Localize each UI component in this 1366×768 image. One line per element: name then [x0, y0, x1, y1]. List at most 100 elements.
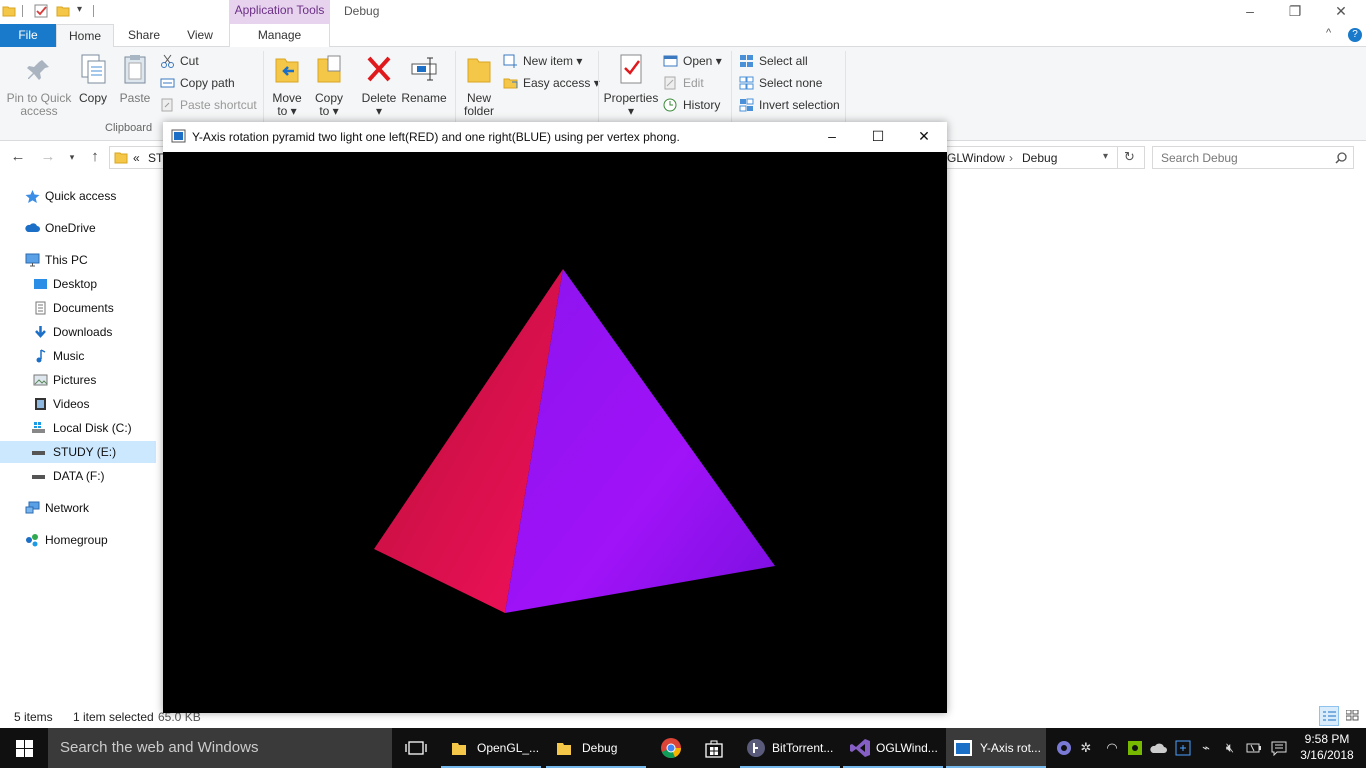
- pin-quick-access-button[interactable]: Pin to Quick access: [4, 57, 74, 118]
- search-input[interactable]: Search Debug: [1161, 151, 1238, 165]
- address-crumb-st[interactable]: ST: [148, 151, 163, 165]
- ribbon-collapse-icon[interactable]: ^: [1326, 27, 1331, 39]
- edit-button[interactable]: Edit: [663, 73, 704, 93]
- clock-date: 3/16/2018: [1300, 748, 1354, 762]
- nav-study-drive[interactable]: STUDY (E:): [0, 441, 156, 463]
- tab-file[interactable]: File: [0, 24, 56, 47]
- new-folder-button[interactable]: New folder: [459, 53, 499, 118]
- nav-documents[interactable]: Documents: [0, 297, 156, 319]
- nav-quick-access[interactable]: Quick access: [0, 185, 156, 207]
- wifi-icon[interactable]: ◠: [1104, 740, 1120, 756]
- tab-home[interactable]: Home: [56, 24, 114, 48]
- address-crumb-debug[interactable]: Debug: [1022, 151, 1057, 165]
- paste-button[interactable]: Paste: [117, 53, 153, 105]
- select-all-button[interactable]: Select all: [739, 51, 808, 71]
- vpn-shield-icon[interactable]: [1175, 740, 1191, 756]
- select-none-button[interactable]: Select none: [739, 73, 822, 93]
- easy-access-button[interactable]: Easy access ▾: [503, 73, 600, 93]
- nav-downloads[interactable]: Downloads: [0, 321, 156, 343]
- rename-label: Rename: [401, 91, 447, 105]
- tab-share[interactable]: Share: [122, 24, 166, 47]
- search-icon[interactable]: [1335, 152, 1347, 164]
- address-crumb-separator[interactable]: ›: [1009, 151, 1013, 165]
- help-icon[interactable]: ?: [1348, 28, 1362, 42]
- tab-manage[interactable]: Manage: [229, 24, 330, 47]
- task-view-icon[interactable]: [405, 740, 427, 756]
- new-folder-icon[interactable]: [56, 4, 70, 18]
- copy-to-button[interactable]: Copy to ▾: [311, 53, 347, 118]
- cut-button[interactable]: Cut: [160, 51, 199, 71]
- details-view-button[interactable]: [1319, 706, 1339, 726]
- restore-button[interactable]: ❐: [1272, 0, 1318, 24]
- delete-button[interactable]: Delete ▾: [359, 53, 399, 118]
- nav-data-drive[interactable]: DATA (F:): [0, 465, 156, 487]
- address-crumb-oglwindow[interactable]: GLWindow: [947, 151, 1005, 165]
- history-button[interactable]: History: [663, 95, 720, 115]
- chrome-icon[interactable]: [660, 737, 682, 759]
- music-note-icon: [36, 349, 46, 363]
- invert-selection-button[interactable]: Invert selection: [739, 95, 840, 115]
- properties-button[interactable]: Properties ▾: [602, 53, 660, 118]
- new-folder-large-icon: [467, 58, 491, 83]
- gl-canvas[interactable]: [163, 152, 947, 713]
- nav-pictures[interactable]: Pictures: [0, 369, 156, 391]
- large-icons-view-button[interactable]: [1343, 706, 1363, 726]
- up-button[interactable]: ↑: [85, 147, 105, 167]
- battery-icon[interactable]: [1246, 740, 1262, 756]
- recent-locations-button[interactable]: ▾: [62, 147, 82, 167]
- bittorrent-icon: [747, 739, 765, 757]
- new-item-button[interactable]: New item ▾: [503, 51, 582, 71]
- taskbar-debug-folder[interactable]: Debug: [546, 728, 646, 768]
- nav-music[interactable]: Music: [0, 345, 156, 367]
- search-box[interactable]: Search Debug: [1152, 146, 1354, 169]
- gl-minimize-button[interactable]: –: [809, 125, 855, 149]
- close-button[interactable]: ✕: [1318, 0, 1364, 24]
- gl-close-button[interactable]: ✕: [901, 125, 947, 149]
- copy-path-button[interactable]: Copy path: [160, 73, 235, 93]
- details-view-icon: [1323, 711, 1336, 721]
- windows-start-icon[interactable]: [16, 740, 33, 757]
- nav-this-pc[interactable]: This PC: [0, 249, 156, 271]
- rename-button[interactable]: Rename: [401, 53, 447, 105]
- qat-customize-icon[interactable]: ▾: [77, 4, 82, 15]
- onedrive-tray-icon[interactable]: [1150, 742, 1168, 754]
- address-overflow-chevron[interactable]: «: [133, 151, 140, 165]
- store-icon[interactable]: [703, 737, 725, 759]
- move-to-button[interactable]: Move to ▾: [269, 53, 305, 118]
- tray-settings-icon[interactable]: ✲: [1078, 740, 1094, 756]
- gl-maximize-button[interactable]: ☐: [855, 125, 901, 149]
- open-button[interactable]: Open ▾: [663, 51, 722, 71]
- forward-button[interactable]: →: [38, 147, 58, 167]
- nvidia-icon[interactable]: [1128, 741, 1142, 755]
- folder-icon[interactable]: [2, 4, 16, 18]
- taskbar-visual-studio[interactable]: OGLWind...: [843, 728, 943, 768]
- network-tray-icon[interactable]: ⌁: [1198, 740, 1214, 756]
- volume-muted-icon[interactable]: 🔇︎: [1222, 740, 1238, 756]
- address-bar-right[interactable]: GLWindow › Debug ▾ ↻: [947, 146, 1145, 169]
- nav-desktop[interactable]: Desktop: [0, 273, 156, 295]
- nav-homegroup[interactable]: Homegroup: [0, 529, 156, 551]
- tray-app-icon[interactable]: [1056, 740, 1072, 756]
- properties-check-icon[interactable]: [34, 4, 48, 18]
- taskbar-bittorrent[interactable]: BitTorrent...: [740, 728, 840, 768]
- taskbar-label: BitTorrent...: [772, 741, 834, 755]
- taskbar-opengl-folder[interactable]: OpenGL_...: [441, 728, 541, 768]
- paste-shortcut-button[interactable]: Paste shortcut: [160, 95, 257, 115]
- taskbar-search-input[interactable]: Search the web and Windows: [48, 728, 392, 768]
- back-button[interactable]: ←: [8, 147, 28, 167]
- taskbar-yaxis-app[interactable]: Y-Axis rot...: [946, 728, 1046, 768]
- nav-local-disk[interactable]: Local Disk (C:): [0, 417, 156, 439]
- refresh-icon[interactable]: ↻: [1124, 149, 1135, 165]
- taskbar-clock[interactable]: 9:58 PM 3/16/2018: [1298, 731, 1356, 763]
- nav-videos[interactable]: Videos: [0, 393, 156, 415]
- copy-button[interactable]: Copy: [76, 53, 110, 105]
- action-center-icon[interactable]: [1271, 740, 1287, 756]
- address-dropdown-icon[interactable]: ▾: [1103, 151, 1108, 162]
- properties-icon: [620, 54, 642, 84]
- minimize-button[interactable]: –: [1227, 0, 1273, 24]
- history-label: History: [683, 98, 721, 112]
- nav-network[interactable]: Network: [0, 497, 156, 519]
- tab-view[interactable]: View: [178, 24, 222, 47]
- address-bar-left[interactable]: « ST: [109, 146, 169, 169]
- nav-onedrive[interactable]: OneDrive: [0, 217, 156, 239]
